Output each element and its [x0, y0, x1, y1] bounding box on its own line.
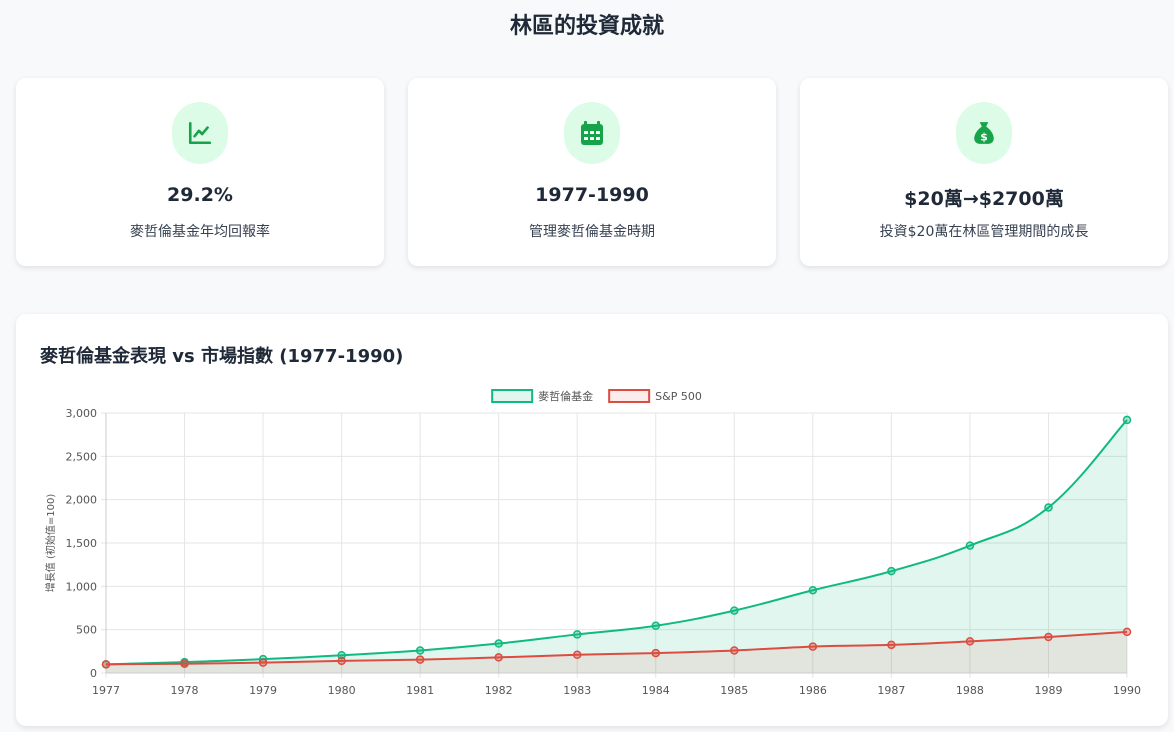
data-point-fund	[1044, 503, 1053, 512]
data-point-fund	[965, 541, 975, 550]
x-tick-label: 1986	[799, 684, 827, 697]
chart-card: 麥哲倫基金表現 vs 市場指數 (1977-1990) 0 500 1,000 1,5…	[16, 314, 1168, 726]
x-tick-label: 1981	[406, 684, 434, 697]
stat-value: 1977-1990	[535, 184, 649, 206]
stat-card-growth: $ $20萬→$2700萬 投資$20萬在林區管理期間的成長	[800, 78, 1168, 266]
data-point-sp500	[730, 646, 739, 655]
stat-card-period: 1977-1990 管理麥哲倫基金時期	[408, 78, 776, 266]
x-tick-label: 1982	[485, 684, 513, 697]
data-point-sp500	[337, 656, 346, 666]
y-tick-label: 3,000	[66, 407, 98, 420]
data-point-sp500	[180, 659, 189, 668]
svg-text:$: $	[980, 131, 988, 144]
stat-card-annual-return: 29.2% 麥哲倫基金年均回報率	[16, 78, 384, 266]
data-point-sp500	[101, 660, 111, 669]
y-axis-title: 增長值 (初始值=100)	[44, 494, 57, 593]
data-point-sp500	[572, 650, 582, 660]
data-point-sp500	[887, 640, 896, 650]
legend-label-sp500: S&P 500	[655, 390, 702, 403]
x-tick-label: 1978	[171, 684, 199, 697]
data-point-sp500	[258, 658, 268, 667]
x-tick-label: 1984	[642, 684, 670, 697]
stat-value: 29.2%	[167, 184, 233, 206]
x-tick-label: 1977	[92, 684, 120, 697]
data-point-sp500	[1122, 627, 1132, 637]
data-point-fund	[1122, 415, 1132, 425]
legend-swatch-fund	[491, 389, 534, 403]
y-tick-label: 500	[76, 624, 97, 637]
data-point-fund	[415, 646, 425, 655]
x-tick-label: 1979	[249, 684, 277, 697]
stat-label: 投資$20萬在林區管理期間的成長	[879, 224, 1089, 240]
data-point-sp500	[965, 637, 975, 646]
x-tick-label: 1988	[956, 684, 984, 697]
data-point-sp500	[1044, 632, 1053, 642]
money-bag-icon: $	[956, 102, 1012, 164]
stat-value: $20萬→$2700萬	[904, 188, 1064, 210]
x-tick-label: 1990	[1113, 684, 1141, 697]
calendar-icon	[564, 102, 620, 164]
x-tick-label: 1987	[877, 684, 905, 697]
legend-swatch-sp500	[608, 389, 651, 403]
y-tick-label: 2,000	[66, 494, 98, 507]
data-point-fund	[494, 639, 503, 648]
y-tick-label: 1,500	[66, 537, 98, 550]
chart-line-icon	[172, 102, 228, 164]
data-point-fund	[572, 630, 582, 639]
data-point-fund	[808, 585, 818, 595]
legend-label-fund: 麥哲倫基金	[538, 389, 593, 403]
data-point-sp500	[651, 648, 661, 658]
x-tick-label: 1989	[1034, 684, 1062, 697]
data-point-fund	[887, 566, 896, 576]
data-point-sp500	[808, 642, 818, 651]
page-title: 林區的投資成就	[509, 14, 664, 39]
y-tick-label: 0	[90, 667, 97, 680]
data-point-sp500	[494, 653, 503, 662]
stat-label: 麥哲倫基金年均回報率	[130, 224, 270, 240]
stat-label: 管理麥哲倫基金時期	[529, 224, 655, 240]
y-tick-label: 2,500	[66, 450, 98, 463]
y-tick-label: 1,000	[66, 580, 98, 593]
line-chart: 0 500 1,000 1,500 2,000 2,500 3,000 1977 1978 197…	[44, 389, 1141, 697]
data-point-sp500	[415, 655, 425, 664]
data-point-fund	[651, 621, 661, 631]
x-tick-label: 1985	[720, 684, 748, 697]
x-tick-label: 1983	[563, 684, 591, 697]
x-tick-label: 1980	[328, 684, 356, 697]
data-point-fund	[730, 606, 739, 615]
